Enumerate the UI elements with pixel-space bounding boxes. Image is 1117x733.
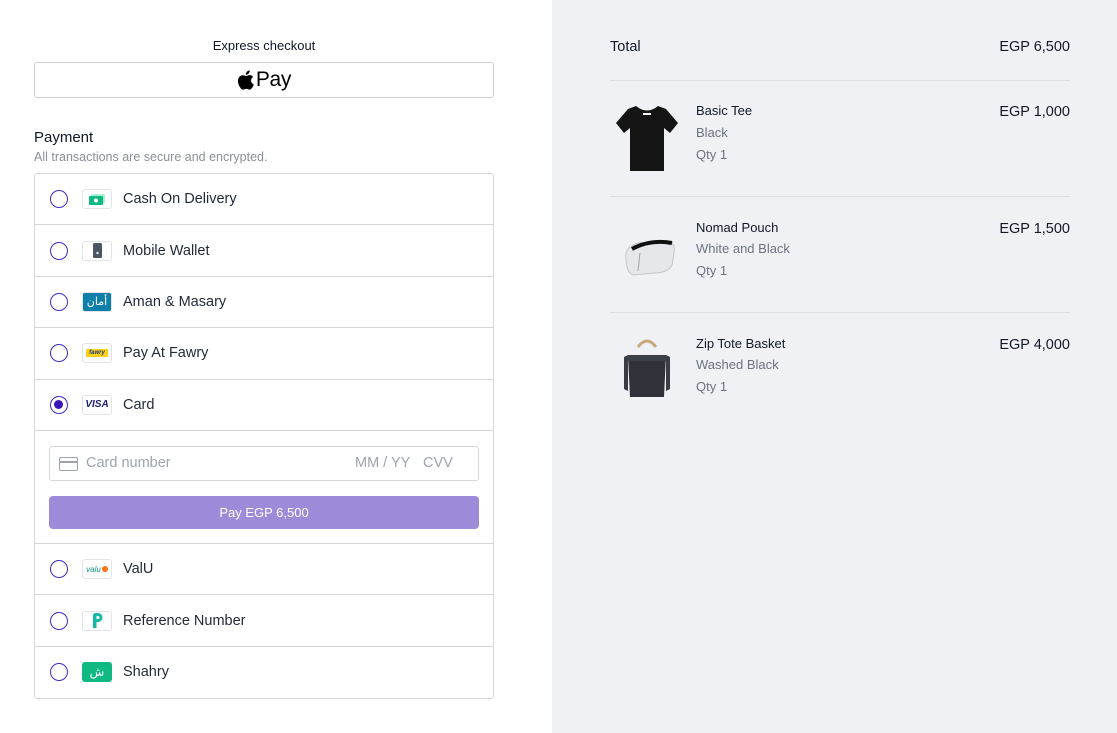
radio-button[interactable] <box>50 241 68 260</box>
method-label: ValU <box>123 561 154 578</box>
payment-method-valu[interactable]: valu ValU <box>35 544 493 596</box>
credit-card-icon <box>59 456 78 471</box>
radio-button-selected[interactable] <box>50 395 68 414</box>
item-quantity: Qty 1 <box>696 147 728 162</box>
fawry-logo: fawry <box>82 343 112 364</box>
item-variant: Washed Black <box>696 357 779 372</box>
shahry-logo-text: ش <box>89 665 105 680</box>
valu-dot <box>101 566 108 573</box>
apple-pay-button[interactable]: Pay <box>34 62 494 98</box>
apple-icon <box>237 70 254 90</box>
item-quantity: Qty 1 <box>696 379 728 394</box>
visa-logo: VISA <box>82 394 112 415</box>
fawry-logo-text: fawry <box>86 349 108 358</box>
payment-method-reference-number[interactable]: Reference Number <box>35 595 493 647</box>
radio-button[interactable] <box>50 344 68 363</box>
item-name: Nomad Pouch <box>696 220 779 235</box>
item-name: Zip Tote Basket <box>696 336 786 351</box>
item-price: EGP 1,000 <box>999 104 1070 120</box>
payment-panel: Express checkout Pay Payment All transac… <box>0 0 552 733</box>
express-checkout-label: Express checkout <box>212 38 316 53</box>
payment-method-pay-at-fawry[interactable]: fawry Pay At Fawry <box>35 328 493 380</box>
method-label: Aman & Masary <box>123 293 227 310</box>
order-item: Nomad Pouch White and Black Qty 1 EGP 1,… <box>610 197 1070 312</box>
checkout-page: Express checkout Pay Payment All transac… <box>0 0 1117 733</box>
zip-tote-basket-image <box>624 339 670 397</box>
item-variant: Black <box>696 125 728 140</box>
visa-logo-text: VISA <box>85 399 109 411</box>
item-price: EGP 1,500 <box>999 221 1070 237</box>
method-label: Mobile Wallet <box>123 242 210 259</box>
cvv-input[interactable]: CVV <box>423 455 453 471</box>
payment-title: Payment <box>34 129 94 146</box>
payment-methods-list: Cash On Delivery Mobile Wallet أمان Aman… <box>34 173 494 700</box>
pay-button[interactable]: Pay EGP 6,500 <box>49 495 479 529</box>
card-number-input[interactable]: Card number <box>86 455 171 471</box>
order-item: Basic Tee Black Qty 1 EGP 1,000 <box>610 81 1070 196</box>
item-name: Basic Tee <box>696 103 753 118</box>
nomad-pouch-image <box>625 239 675 276</box>
reference-number-icon <box>82 610 112 631</box>
card-input-field[interactable]: Card number MM / YY CVV <box>49 445 479 481</box>
method-label: Pay At Fawry <box>123 345 209 362</box>
method-label: Cash On Delivery <box>123 191 237 208</box>
total-label: Total <box>610 39 641 55</box>
cash-icon <box>82 189 112 210</box>
basic-tee-image <box>616 106 678 171</box>
item-price: EGP 4,000 <box>999 337 1070 353</box>
radio-button[interactable] <box>50 611 68 630</box>
valu-logo: valu <box>82 559 112 580</box>
method-label: Card <box>123 396 155 413</box>
method-label: Shahry <box>123 664 169 681</box>
method-label: Reference Number <box>123 612 246 629</box>
shahry-logo: ش <box>82 662 112 683</box>
valu-logo-text: valu <box>86 564 101 574</box>
item-variant: White and Black <box>696 241 790 256</box>
apple-pay-logo: Pay <box>237 68 291 92</box>
card-form: Card number MM / YY CVV Pay EGP 6,500 <box>35 430 493 544</box>
payment-subtitle: All transactions are secure and encrypte… <box>34 150 268 164</box>
order-item: Zip Tote Basket Washed Black Qty 1 EGP 4… <box>610 313 1070 428</box>
aman-logo-text: أمان <box>86 295 108 309</box>
apple-pay-text: Pay <box>255 68 292 91</box>
item-quantity: Qty 1 <box>696 263 728 278</box>
payment-method-cash-on-delivery[interactable]: Cash On Delivery <box>35 174 493 226</box>
radio-button[interactable] <box>50 560 68 579</box>
payment-method-mobile-wallet[interactable]: Mobile Wallet <box>35 225 493 277</box>
mobile-wallet-icon <box>82 240 112 261</box>
aman-logo: أمان <box>82 291 112 312</box>
payment-method-card[interactable]: VISA Card <box>35 380 493 431</box>
radio-button[interactable] <box>50 292 68 311</box>
total-value: EGP 6,500 <box>999 39 1070 55</box>
radio-button[interactable] <box>50 190 68 209</box>
radio-button[interactable] <box>50 663 68 682</box>
payment-method-shahry[interactable]: ش Shahry <box>35 647 493 698</box>
expiry-input[interactable]: MM / YY <box>355 455 410 471</box>
payment-method-aman-masary[interactable]: أمان Aman & Masary <box>35 277 493 329</box>
order-summary-panel: Total EGP 6,500 Basic Tee Black Qty 1 EG… <box>552 0 1117 733</box>
